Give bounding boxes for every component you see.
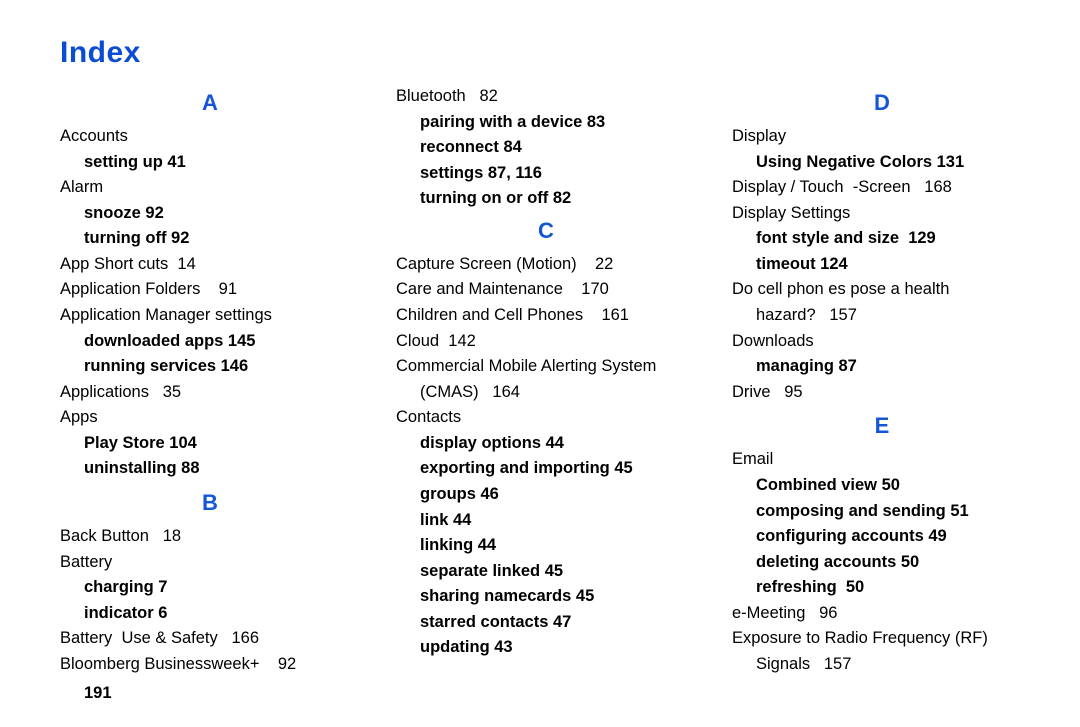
entry-health-hazard-cont: hazard? 157 bbox=[732, 303, 1032, 329]
subentry-contacts-separate-linked: separate linked 45 bbox=[396, 559, 696, 585]
entry-back-button: Back Button 18 bbox=[60, 524, 360, 550]
page-number: 191 bbox=[60, 681, 360, 707]
subentry-contacts-linking: linking 44 bbox=[396, 533, 696, 559]
subentry-running-services: running services 146 bbox=[60, 354, 360, 380]
section-letter-e: E bbox=[732, 409, 1032, 443]
entry-capture-screen: Capture Screen (Motion) 22 bbox=[396, 252, 696, 278]
subentry-contacts-starred: starred contacts 47 bbox=[396, 610, 696, 636]
entry-applications: Applications 35 bbox=[60, 380, 360, 406]
subentry-contacts-export-import: exporting and importing 45 bbox=[396, 456, 696, 482]
subentry-display-font-style: font style and size 129 bbox=[732, 226, 1032, 252]
entry-rf-exposure: Exposure to Radio Frequency (RF) bbox=[732, 626, 1032, 652]
section-letter-d: D bbox=[732, 86, 1032, 120]
entry-cloud: Cloud 142 bbox=[396, 329, 696, 355]
entry-display-settings: Display Settings bbox=[732, 201, 1032, 227]
entry-apps: Apps bbox=[60, 405, 360, 431]
subentry-battery-indicator: indicator 6 bbox=[60, 601, 360, 627]
index-column-1: A Accounts setting up 41 Alarm snooze 92… bbox=[60, 84, 360, 707]
subentry-contacts-link: link 44 bbox=[396, 508, 696, 534]
subentry-contacts-sharing-namecards: sharing namecards 45 bbox=[396, 584, 696, 610]
section-letter-a: A bbox=[60, 86, 360, 120]
entry-cmas: Commercial Mobile Alerting System bbox=[396, 354, 696, 380]
page-title: Index bbox=[60, 36, 1032, 70]
index-column-3: D Display Using Negative Colors 131 Disp… bbox=[732, 84, 1032, 707]
subentry-contacts-display-options: display options 44 bbox=[396, 431, 696, 457]
subentry-email-deleting-accounts: deleting accounts 50 bbox=[732, 550, 1032, 576]
entry-accounts: Accounts bbox=[60, 124, 360, 150]
entry-alarm: Alarm bbox=[60, 175, 360, 201]
subentry-bluetooth-settings: settings 87, 116 bbox=[396, 161, 696, 187]
entry-health-hazard: Do cell phon es pose a health bbox=[732, 277, 1032, 303]
section-letter-b: B bbox=[60, 486, 360, 520]
entry-bluetooth: Bluetooth 82 bbox=[396, 84, 696, 110]
index-columns: A Accounts setting up 41 Alarm snooze 92… bbox=[60, 84, 1032, 707]
entry-downloads: Downloads bbox=[732, 329, 1032, 355]
subentry-email-combined-view: Combined view 50 bbox=[732, 473, 1032, 499]
entry-application-folders: Application Folders 91 bbox=[60, 277, 360, 303]
subentry-battery-charging: charging 7 bbox=[60, 575, 360, 601]
subentry-alarm-snooze: snooze 92 bbox=[60, 201, 360, 227]
subentry-contacts-updating: updating 43 bbox=[396, 635, 696, 661]
subentry-play-store: Play Store 104 bbox=[60, 431, 360, 457]
subentry-uninstalling: uninstalling 88 bbox=[60, 456, 360, 482]
entry-battery-use-safety: Battery Use & Safety 166 bbox=[60, 626, 360, 652]
entry-rf-exposure-cont: Signals 157 bbox=[732, 652, 1032, 678]
entry-contacts: Contacts bbox=[396, 405, 696, 431]
subentry-accounts-setting-up: setting up 41 bbox=[60, 150, 360, 176]
entry-app-shortcuts: App Short cuts 14 bbox=[60, 252, 360, 278]
entry-bloomberg-businessweek: Bloomberg Businessweek+ 92 bbox=[60, 652, 360, 678]
entry-display-touch-screen: Display / Touch -Screen 168 bbox=[732, 175, 1032, 201]
subentry-downloaded-apps: downloaded apps 145 bbox=[60, 329, 360, 355]
subentry-alarm-turning-off: turning off 92 bbox=[60, 226, 360, 252]
entry-application-manager-settings: Application Manager settings bbox=[60, 303, 360, 329]
document-page: Index A Accounts setting up 41 Alarm sno… bbox=[0, 0, 1080, 727]
entry-email: Email bbox=[732, 447, 1032, 473]
subentry-contacts-groups: groups 46 bbox=[396, 482, 696, 508]
subentry-display-timeout: timeout 124 bbox=[732, 252, 1032, 278]
subentry-email-composing-sending: composing and sending 51 bbox=[732, 499, 1032, 525]
entry-drive: Drive 95 bbox=[732, 380, 1032, 406]
subentry-email-refreshing: refreshing 50 bbox=[732, 575, 1032, 601]
subentry-bluetooth-reconnect: reconnect 84 bbox=[396, 135, 696, 161]
subentry-bluetooth-pairing: pairing with a device 83 bbox=[396, 110, 696, 136]
subentry-bluetooth-turning: turning on or off 82 bbox=[396, 186, 696, 212]
entry-cmas-cont: (CMAS) 164 bbox=[396, 380, 696, 406]
subentry-display-negative-colors: Using Negative Colors 131 bbox=[732, 150, 1032, 176]
entry-display: Display bbox=[732, 124, 1032, 150]
index-column-2: Bluetooth 82 pairing with a device 83 re… bbox=[396, 84, 696, 707]
entry-children-cell-phones: Children and Cell Phones 161 bbox=[396, 303, 696, 329]
entry-care-maintenance: Care and Maintenance 170 bbox=[396, 277, 696, 303]
section-letter-c: C bbox=[396, 214, 696, 248]
entry-e-meeting: e-Meeting 96 bbox=[732, 601, 1032, 627]
subentry-email-config-accounts: configuring accounts 49 bbox=[732, 524, 1032, 550]
subentry-downloads-managing: managing 87 bbox=[732, 354, 1032, 380]
entry-battery: Battery bbox=[60, 550, 360, 576]
